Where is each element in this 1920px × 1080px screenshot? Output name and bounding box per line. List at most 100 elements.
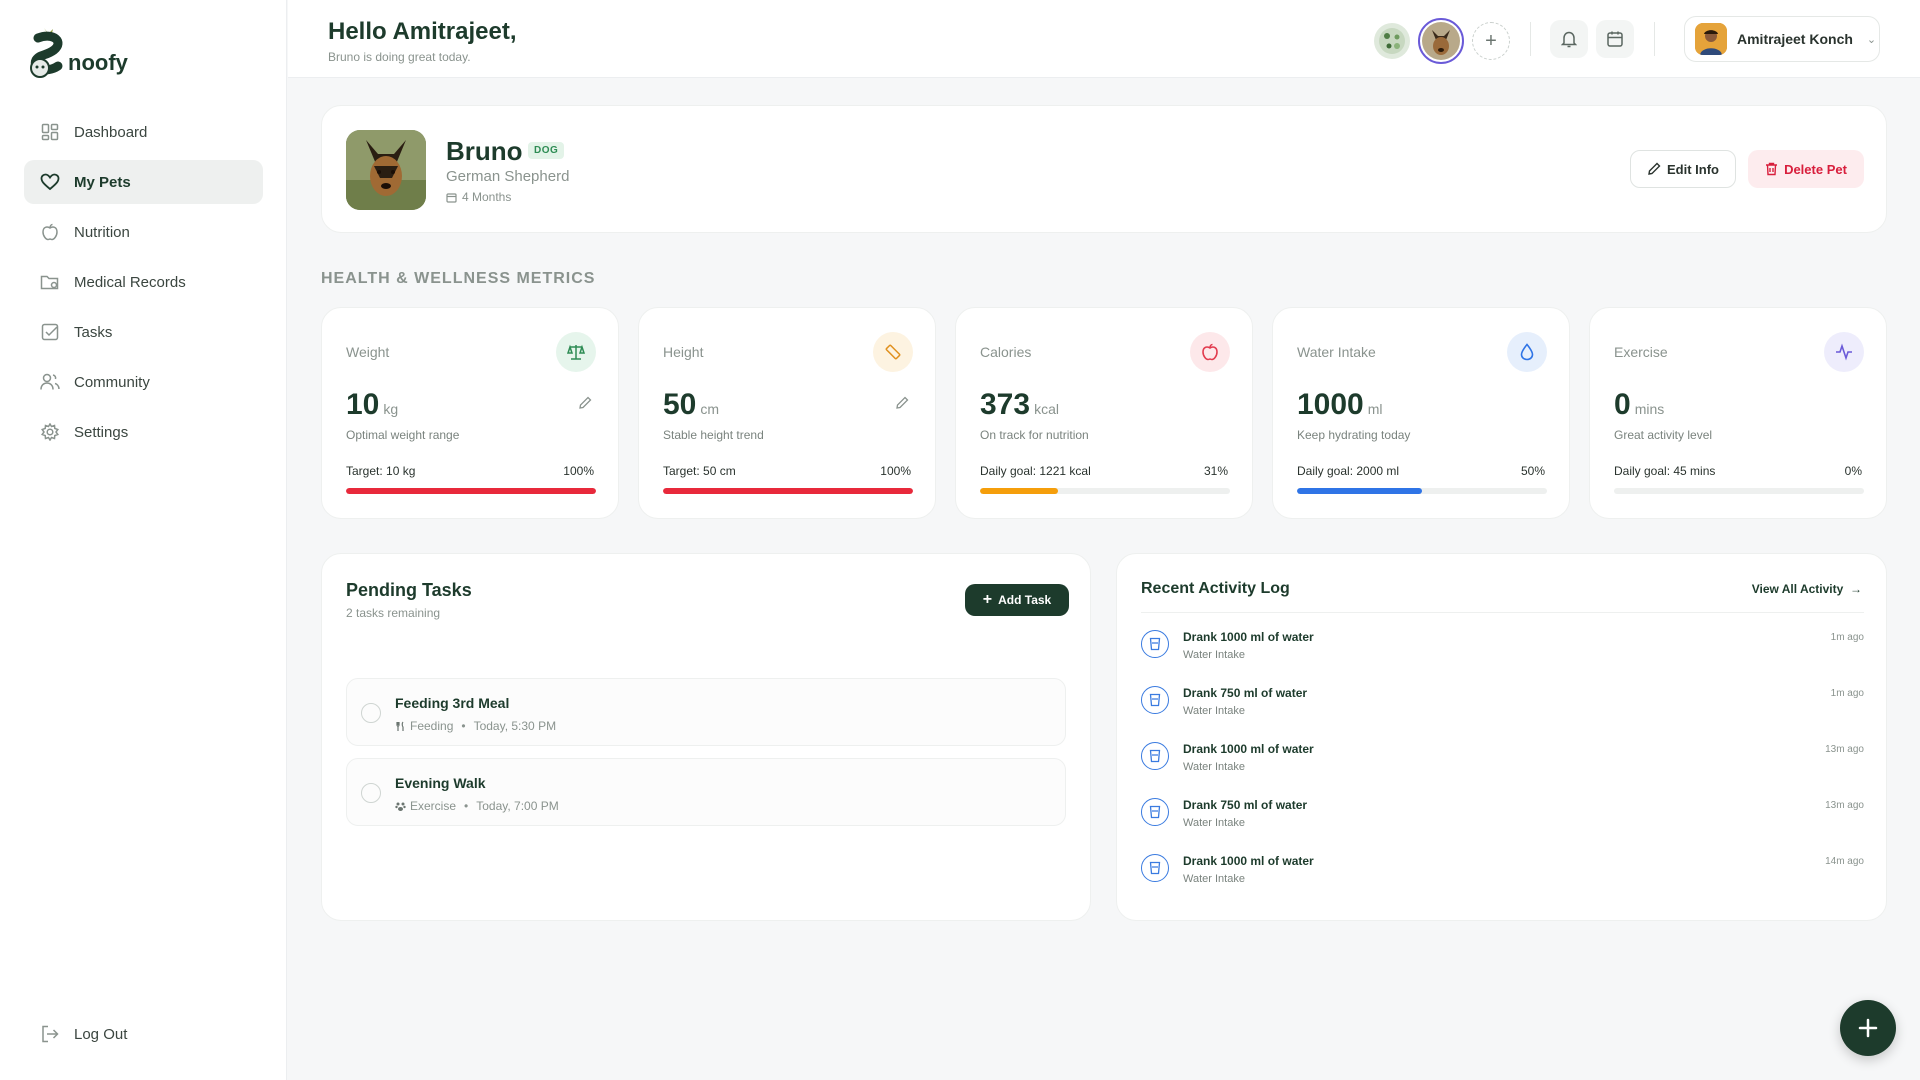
metric-number: 1000 xyxy=(1297,388,1364,421)
app-logo[interactable]: noofy xyxy=(24,24,128,80)
checkbox-icon xyxy=(40,322,60,342)
metric-card-height: Height 50 cm Stable height trend Target:… xyxy=(638,307,936,519)
activity-log-card: Recent Activity Log View All Activity → … xyxy=(1116,553,1887,921)
metric-unit: cm xyxy=(700,401,720,417)
sidebar-item-my-pets[interactable]: My Pets xyxy=(24,160,263,204)
metric-progress-fill xyxy=(980,488,1058,494)
calendar-icon xyxy=(446,192,457,203)
metric-goal: Daily goal: 45 mins xyxy=(1614,464,1716,478)
logout-icon xyxy=(40,1024,60,1044)
pet-type-badge: DOG xyxy=(528,142,565,159)
activity-time: 13m ago xyxy=(1825,744,1864,755)
add-task-button[interactable]: + Add Task xyxy=(965,584,1069,616)
metric-unit: kg xyxy=(383,401,399,417)
delete-pet-button[interactable]: Delete Pet xyxy=(1748,150,1864,188)
pet-avatar-selected[interactable] xyxy=(1418,18,1464,64)
water-cup-icon xyxy=(1141,630,1169,658)
logout-button[interactable]: Log Out xyxy=(24,1012,263,1056)
metric-goal: Daily goal: 2000 ml xyxy=(1297,464,1400,478)
task-time: Today, 5:30 PM xyxy=(473,719,557,733)
edit-info-button[interactable]: Edit Info xyxy=(1630,150,1736,188)
paw-icon xyxy=(395,802,406,811)
activity-item[interactable]: Drank 750 ml of water Water Intake 1m ag… xyxy=(1141,682,1864,730)
metric-label: Water Intake xyxy=(1297,344,1376,360)
metric-number: 0 xyxy=(1614,388,1631,421)
app-name: noofy xyxy=(68,50,128,75)
separator-dot: • xyxy=(464,799,469,813)
sidebar-item-medical-records[interactable]: Medical Records xyxy=(24,260,263,304)
sidebar-item-tasks[interactable]: Tasks xyxy=(24,310,263,354)
activity-item[interactable]: Drank 1000 ml of water Water Intake 13m … xyxy=(1141,738,1864,786)
task-checkbox[interactable] xyxy=(361,703,381,723)
utensils-icon xyxy=(396,721,404,731)
view-all-activity-link[interactable]: View All Activity → xyxy=(1752,582,1862,596)
grid-icon xyxy=(40,122,60,142)
divider xyxy=(1530,22,1531,56)
activity-item[interactable]: Drank 750 ml of water Water Intake 13m a… xyxy=(1141,794,1864,842)
task-checkbox[interactable] xyxy=(361,783,381,803)
sidebar-item-settings[interactable]: Settings xyxy=(24,410,263,454)
task-row[interactable]: Evening Walk Exercise • Today, 7:00 PM xyxy=(346,758,1066,826)
edit-info-label: Edit Info xyxy=(1667,161,1719,177)
sidebar-item-community[interactable]: Community xyxy=(24,360,263,404)
sidebar-nav: Dashboard My Pets Nutrition Medical Reco… xyxy=(24,110,263,460)
metric-card-calories: Calories 373 kcal On track for nutrition… xyxy=(955,307,1253,519)
water-cup-icon xyxy=(1141,742,1169,770)
edit-metric-button[interactable] xyxy=(895,396,909,415)
metric-card-water-intake: Water Intake 1000 ml Keep hydrating toda… xyxy=(1272,307,1570,519)
gear-icon xyxy=(40,422,60,442)
activity-category: Water Intake xyxy=(1183,873,1245,885)
metric-value: 373 kcal xyxy=(980,388,1059,422)
chevron-down-icon: ⌄ xyxy=(1866,33,1877,46)
metric-percent: 50% xyxy=(1520,464,1545,478)
sidebar: noofy Dashboard My Pets Nutrition Medica… xyxy=(0,0,287,1080)
activity-item[interactable]: Drank 1000 ml of water Water Intake 14m … xyxy=(1141,850,1864,898)
users-icon xyxy=(40,372,60,392)
pending-tasks-card: Pending Tasks 2 tasks remaining + Add Ta… xyxy=(321,553,1091,921)
activity-icon xyxy=(1824,332,1864,372)
sidebar-item-nutrition[interactable]: Nutrition xyxy=(24,210,263,254)
sidebar-item-dashboard[interactable]: Dashboard xyxy=(24,110,263,154)
sidebar-item-label: Settings xyxy=(74,423,129,441)
pet-age: 4 Months xyxy=(446,190,511,204)
tasks-remaining: 2 tasks remaining xyxy=(346,606,441,620)
plus-icon: + xyxy=(1485,29,1497,52)
pet-switcher: + xyxy=(1374,18,1518,64)
activity-category: Water Intake xyxy=(1183,761,1245,773)
greeting-title: Hello Amitrajeet, xyxy=(328,18,517,45)
metric-value: 0 mins xyxy=(1614,388,1664,422)
task-meta: Exercise • Today, 7:00 PM xyxy=(395,799,559,813)
metric-number: 10 xyxy=(346,388,380,421)
edit-metric-button[interactable] xyxy=(578,396,592,415)
trash-icon xyxy=(1766,162,1778,176)
pet-avatar-other[interactable] xyxy=(1374,23,1410,59)
pet-breed: German Shepherd xyxy=(446,168,570,185)
metric-status: Great activity level xyxy=(1614,428,1713,442)
task-row[interactable]: Feeding 3rd Meal Feeding • Today, 5:30 P… xyxy=(346,678,1066,746)
metric-percent: 0% xyxy=(1844,464,1862,478)
task-meta: Feeding • Today, 5:30 PM xyxy=(395,719,556,733)
greeting-subtitle: Bruno is doing great today. xyxy=(328,50,471,64)
metric-label: Exercise xyxy=(1614,344,1668,360)
user-menu[interactable]: Amitrajeet Konch ⌄ xyxy=(1684,16,1880,62)
add-task-label: Add Task xyxy=(998,593,1052,607)
metric-progress-fill xyxy=(346,488,596,494)
pencil-icon xyxy=(1648,162,1661,175)
arrow-right-icon: → xyxy=(1846,582,1862,596)
metric-goal: Daily goal: 1221 kcal xyxy=(980,464,1091,478)
heart-icon xyxy=(40,172,60,192)
apple-icon xyxy=(1190,332,1230,372)
metric-progress-fill xyxy=(1297,488,1422,494)
floating-add-button[interactable] xyxy=(1840,1000,1896,1056)
activity-category: Water Intake xyxy=(1183,817,1245,829)
activity-item[interactable]: Drank 1000 ml of water Water Intake 1m a… xyxy=(1141,626,1864,674)
notifications-button[interactable] xyxy=(1550,20,1588,58)
add-pet-button[interactable]: + xyxy=(1472,22,1510,60)
apple-icon xyxy=(40,222,60,242)
metric-percent: 31% xyxy=(1203,464,1228,478)
activity-time: 14m ago xyxy=(1825,856,1864,867)
calendar-button[interactable] xyxy=(1596,20,1634,58)
greeting: Hello Amitrajeet, Bruno is doing great t… xyxy=(328,18,517,64)
ruler-icon xyxy=(873,332,913,372)
metric-label: Height xyxy=(663,344,704,360)
